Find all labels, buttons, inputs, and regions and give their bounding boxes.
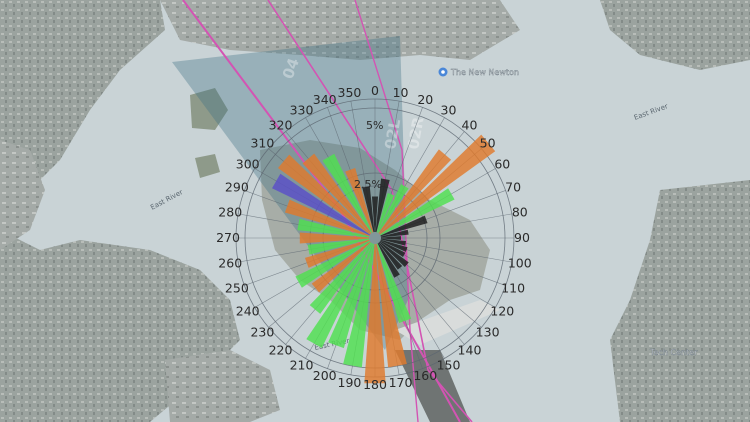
compass-degree-label: 40 [462,117,478,132]
compass-degree-label: 70 [505,180,521,195]
map-canvas[interactable]: 04 02L 02R East River East River East Ri… [0,0,750,422]
compass-degree-label: 50 [480,136,496,151]
compass-degree-label: 270 [216,230,240,245]
compass-degree-label: 220 [269,343,293,358]
compass-degree-label: 250 [225,280,249,295]
compass-degree-label: 10 [393,85,409,100]
compass-degree-label: 330 [290,103,314,118]
compass-degree-label: 170 [389,375,413,390]
compass-degree-label: 210 [290,357,314,372]
compass-degree-label: 120 [490,304,514,319]
compass-degree-label: 150 [437,357,461,372]
ring-label-5pct: 5% [366,119,383,132]
compass-degree-label: 130 [476,324,500,339]
compass-degree-label: 310 [250,136,274,151]
compass-degree-label: 350 [338,85,362,100]
compass-degree-label: 20 [417,92,433,107]
compass-degree-label: 180 [363,377,387,392]
compass-degree-label: 230 [250,324,274,339]
compass-degree-label: 100 [508,256,532,271]
compass-degree-label: 300 [236,157,260,172]
compass-degree-label: 260 [218,256,242,271]
compass-degree-label: 190 [338,375,362,390]
compass-degree-label: 0 [371,83,379,98]
compass-degree-label: 80 [512,204,528,219]
poi-label-sub: Tech Center [649,348,698,357]
compass-degree-label: 290 [225,180,249,195]
compass-degree-label: 30 [441,103,457,118]
compass-degree-label: 90 [514,230,530,245]
compass-degree-label: 320 [269,117,293,132]
compass-degree-label: 60 [494,157,510,172]
compass-degree-label: 240 [236,304,260,319]
compass-degree-label: 110 [501,280,525,295]
ring-label-2-5pct: 2.5% [354,178,382,191]
compass-degree-label: 160 [413,368,437,383]
poi-pin-icon[interactable] [438,67,448,77]
poi-label-newington: The New Newton [450,68,519,77]
compass-degree-label: 340 [313,92,337,107]
compass-degree-label: 200 [313,368,337,383]
map-viewport[interactable]: 04 02L 02R East River East River East Ri… [0,0,750,422]
compass-degree-label: 140 [458,343,482,358]
compass-degree-label: 280 [218,204,242,219]
